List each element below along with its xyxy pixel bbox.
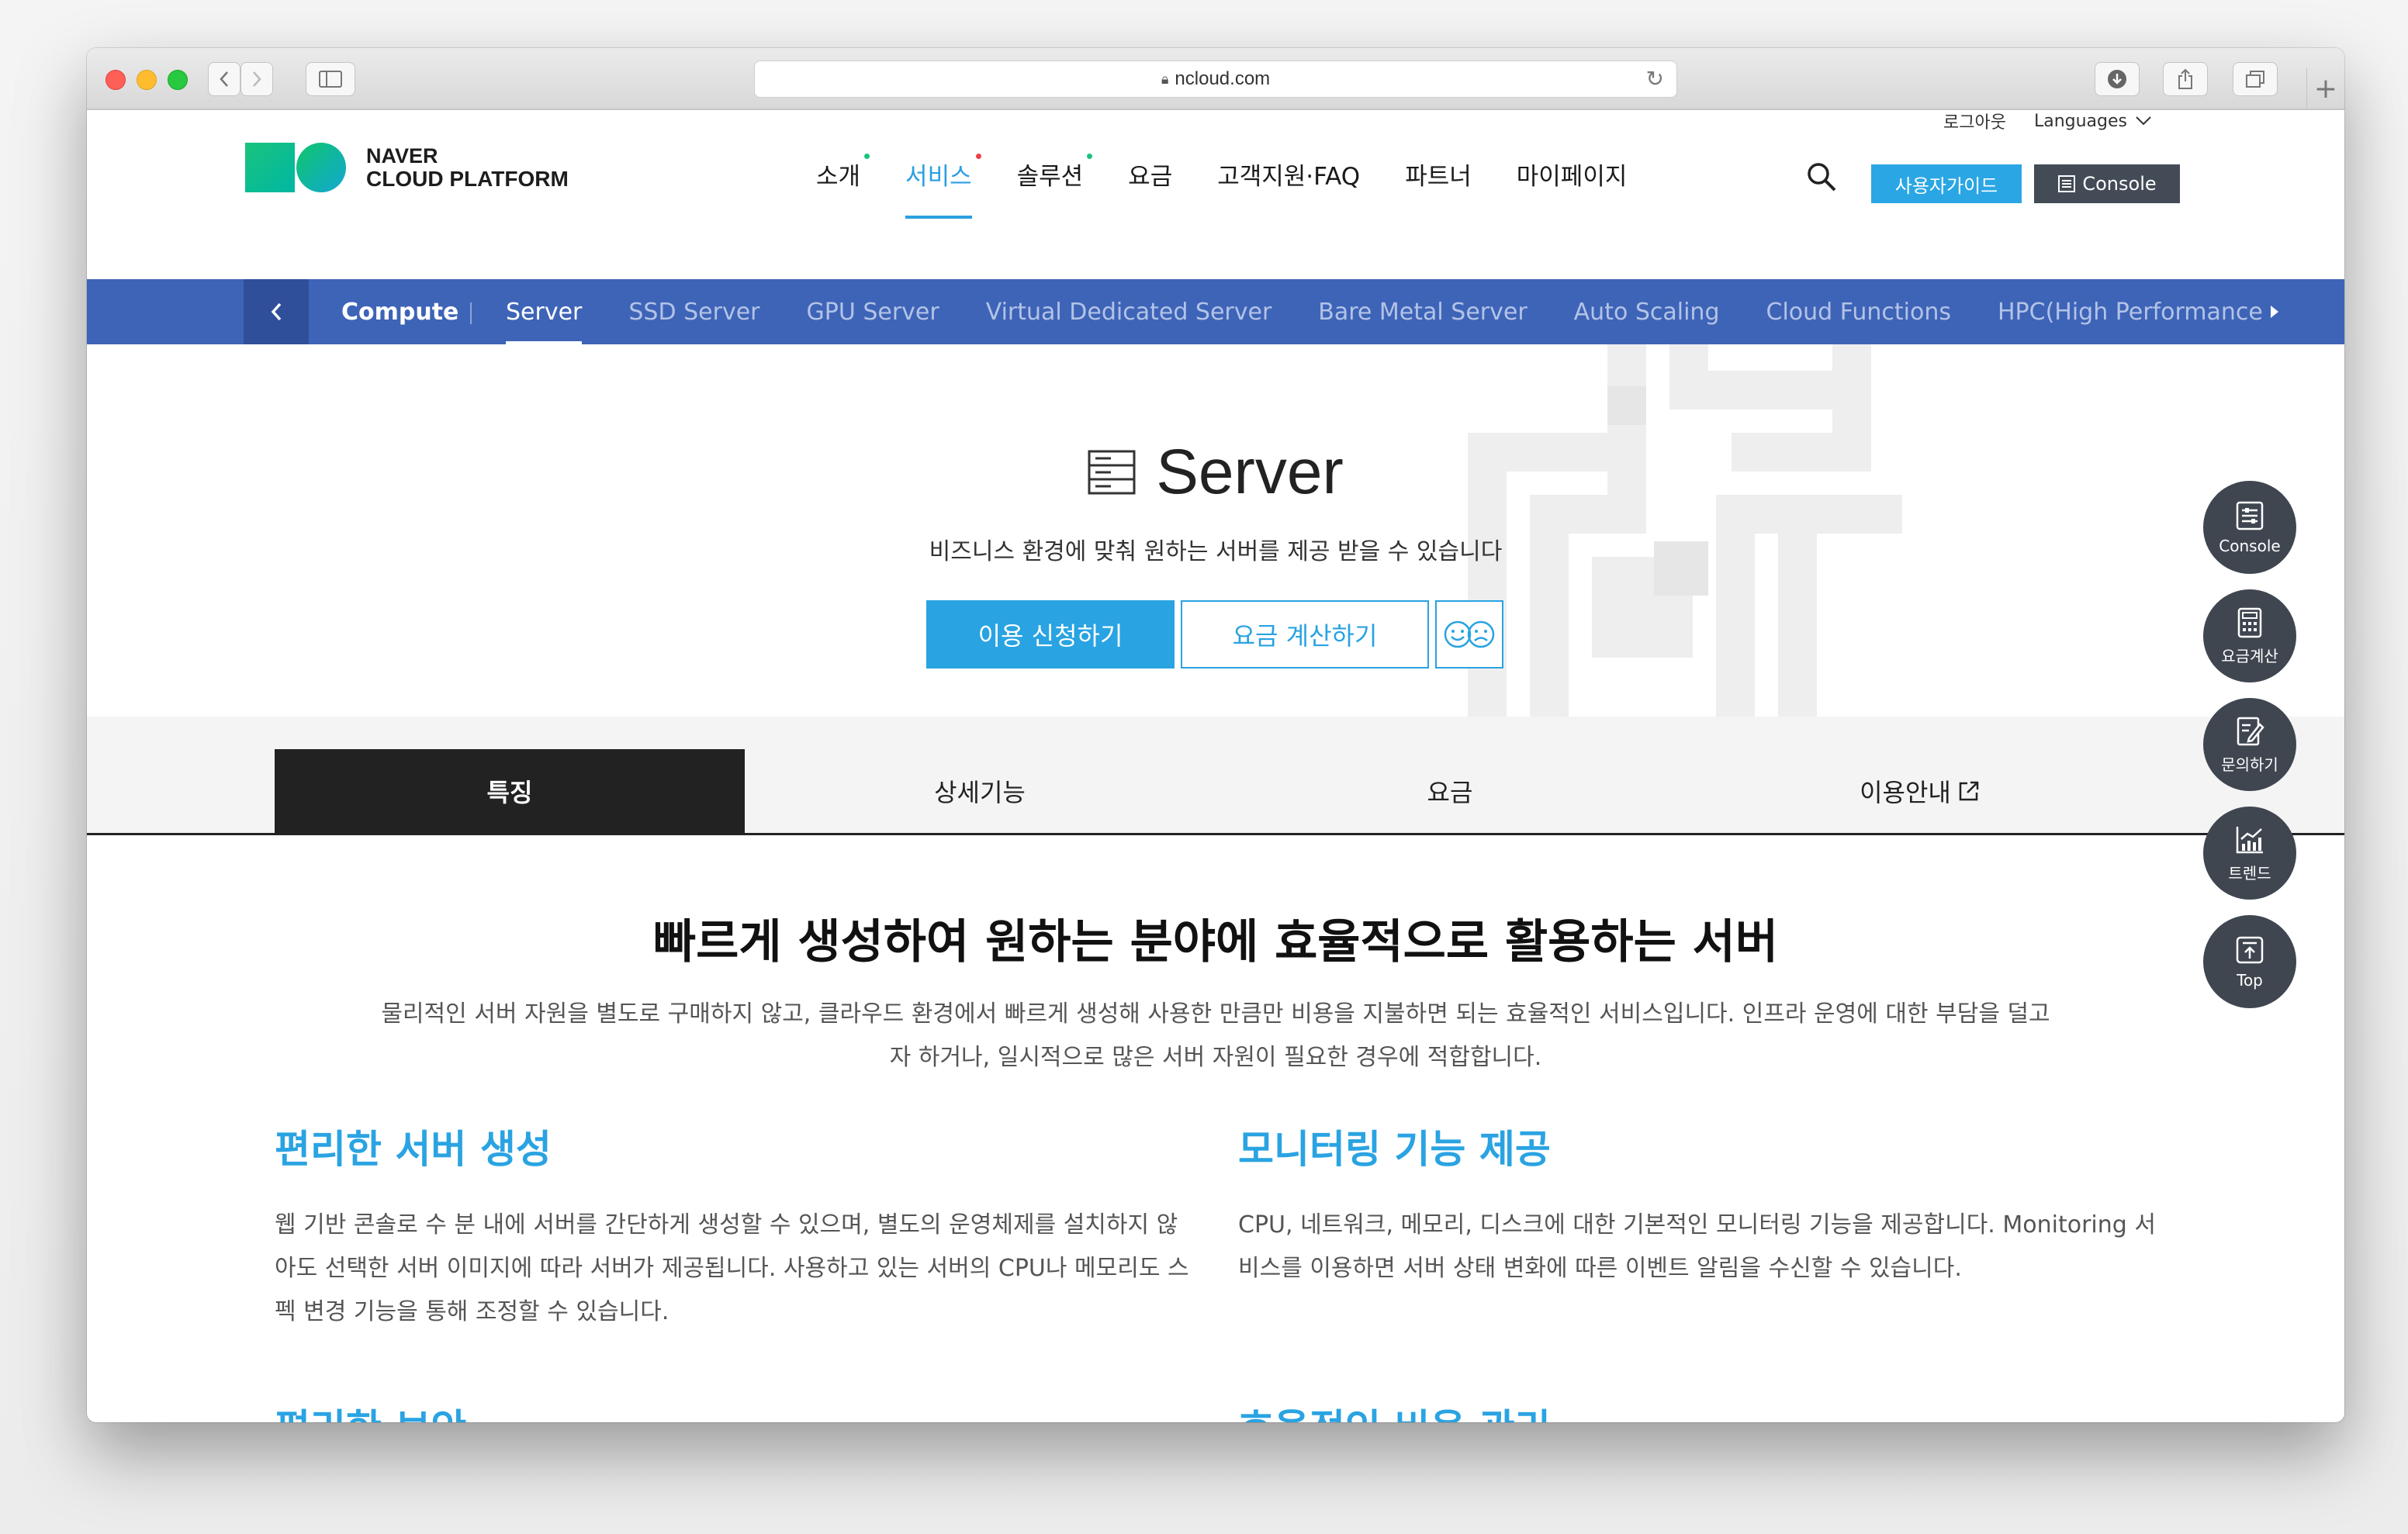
external-link-icon [1959,781,1979,801]
subnav-items: Server SSD Server GPU Server Virtual Ded… [506,279,2280,344]
zoom-window-button[interactable] [168,70,188,90]
caret-right-icon [2270,306,2278,318]
nav-item-partners[interactable]: 파트너 [1405,157,1472,219]
section-title: 빠르게 생성하여 원하는 분야에 효율적으로 활용하는 서버 [652,915,1779,969]
feature-title: 편리한 서버 생성 [275,1127,552,1172]
tab-features[interactable]: 특징 [275,749,745,833]
quick-calculator-button[interactable]: 요금계산 [2203,589,2296,682]
share-icon [2178,68,2192,89]
subnav-item-hpc[interactable]: HPC(High Performance [1998,279,2280,344]
utility-menu: 로그아웃 Languages [1943,109,2152,133]
chevron-left-icon [220,71,228,87]
feedback-button[interactable] [1435,600,1503,669]
subnav-back-button[interactable] [244,279,309,344]
hero-actions: 이용 신청하기 요금 계산하기 [926,600,1503,669]
logo-circle-mark [296,143,346,192]
nav-item-support-faq[interactable]: 고객지원·FAQ [1217,157,1360,219]
forward-button[interactable] [240,62,273,96]
service-subnav: Compute Server SSD Server GPU Server Vir… [87,279,2344,344]
chevron-down-icon [2136,116,2151,126]
tab-details[interactable]: 상세기능 [745,749,1215,833]
logout-link[interactable]: 로그아웃 [1943,109,2006,133]
new-tab-button[interactable]: + [2306,68,2344,109]
logo-square-mark [245,143,295,192]
user-guide-button[interactable]: 사용자가이드 [1871,164,2022,203]
nav-item-solutions[interactable]: 솔루션 [1017,154,1093,219]
nav-item-mypage[interactable]: 마이페이지 [1517,157,1628,219]
sidebar-toggle-button[interactable] [306,62,355,96]
feature-text: 웹 기반 콘솔로 수 분 내에 서버를 간단하게 생성할 수 있으며, 별도의 … [275,1211,1189,1325]
downloads-button[interactable] [2095,62,2140,96]
hero-section: Server 비즈니스 환경에 맞춰 원하는 서버를 제공 받을 수 있습니다 … [87,344,2344,717]
subnav-divider [470,302,472,324]
site-logo[interactable]: NAVER CLOUD PLATFORM [245,143,569,192]
feature-title-next-right: 효율적인 비용 관리 [1238,1398,1551,1422]
quick-trend-button[interactable]: 트렌드 [2203,807,2296,900]
nav-item-services[interactable]: 서비스 [905,154,981,219]
nav-item-intro[interactable]: 소개 [816,154,870,219]
console-icon [2236,501,2264,530]
back-button[interactable] [208,62,240,96]
hero-title: Server [87,436,2344,509]
browser-window: 🔒︎ ncloud.com ↻ + NAVER CLOUD PLATFORM 로… [87,48,2344,1422]
feature-title-next-left: 편리한 보안 [275,1398,466,1422]
feature-text: CPU, 네트워크, 메모리, 디스크에 대한 기본적인 모니터링 기능을 제공… [1238,1211,2156,1282]
apply-button[interactable]: 이용 신청하기 [926,600,1175,669]
download-icon [2108,70,2126,88]
subnav-item-ssd-server[interactable]: SSD Server [628,279,759,344]
nav-item-pricing[interactable]: 요금 [1128,157,1172,219]
main-nav: 소개 서비스 솔루션 요금 고객지원·FAQ 파트너 마이페이지 [816,154,1672,219]
subnav-item-gpu-server[interactable]: GPU Server [807,279,939,344]
calculator-icon [2237,607,2262,637]
new-dot [864,154,870,159]
new-dot [975,154,981,159]
subnav-item-cloud-functions[interactable]: Cloud Functions [1766,279,1951,344]
decorative-pattern [1468,344,1902,717]
search-icon[interactable] [1806,161,1837,192]
chevron-right-icon [253,71,261,87]
lock-icon: 🔒︎ [1161,71,1169,87]
reload-icon[interactable]: ↻ [1646,66,1664,92]
tabs-icon [2246,71,2264,88]
inquiry-icon [2237,717,2264,745]
console-icon [2058,175,2076,192]
tabs-overview-button[interactable] [2233,62,2278,96]
console-button[interactable]: Console [2034,164,2180,203]
quick-inquiry-button[interactable]: 문의하기 [2203,698,2296,791]
minimize-window-button[interactable] [137,70,157,90]
price-calculator-button[interactable]: 요금 계산하기 [1181,600,1429,669]
subnav-item-bare-metal-server[interactable]: Bare Metal Server [1318,279,1527,344]
tab-pricing[interactable]: 요금 [1215,749,1685,833]
quick-top-button[interactable]: Top [2203,915,2296,1008]
sidebar-icon [319,71,342,88]
close-window-button[interactable] [106,70,126,90]
logo-text: NAVER CLOUD PLATFORM [366,144,569,191]
smile-frown-icon [1444,620,1495,648]
url-text: ncloud.com [1175,68,1271,89]
subnav-item-server[interactable]: Server [506,279,583,344]
subnav-category[interactable]: Compute [341,279,458,344]
share-button[interactable] [2163,62,2208,96]
address-bar[interactable]: 🔒︎ ncloud.com ↻ [754,60,1677,98]
chevron-left-icon [271,302,282,321]
server-icon [1088,450,1136,495]
feature-monitoring: 모니터링 기능 제공 CPU, 네트워크, 메모리, 디스크에 대한 기본적인 … [1238,1118,2161,1290]
tab-usage-guide[interactable]: 이용안내 [1685,749,2155,833]
new-dot [1087,154,1093,159]
feature-easy-server-creation: 편리한 서버 생성 웹 기반 콘솔로 수 분 내에 서버를 간단하게 생성할 수… [275,1118,1198,1334]
content-tabs: 특징 상세기능 요금 이용안내 [275,749,2155,833]
languages-dropdown[interactable]: Languages [2034,112,2152,131]
browser-toolbar: 🔒︎ ncloud.com ↻ + [87,48,2344,110]
subnav-item-virtual-dedicated-server[interactable]: Virtual Dedicated Server [986,279,1272,344]
feature-title: 모니터링 기능 제공 [1238,1127,1551,1172]
quick-console-button[interactable]: Console [2203,481,2296,574]
trend-chart-icon [2236,826,2263,853]
hero-subtitle: 비즈니스 환경에 맞춰 원하는 서버를 제공 받을 수 있습니다 [929,538,1503,565]
section-description: 물리적인 서버 자원을 별도로 구매하지 않고, 클라우드 환경에서 빠르게 생… [381,1000,2050,1071]
subnav-item-auto-scaling[interactable]: Auto Scaling [1574,279,1720,344]
arrow-up-icon [2236,936,2264,964]
